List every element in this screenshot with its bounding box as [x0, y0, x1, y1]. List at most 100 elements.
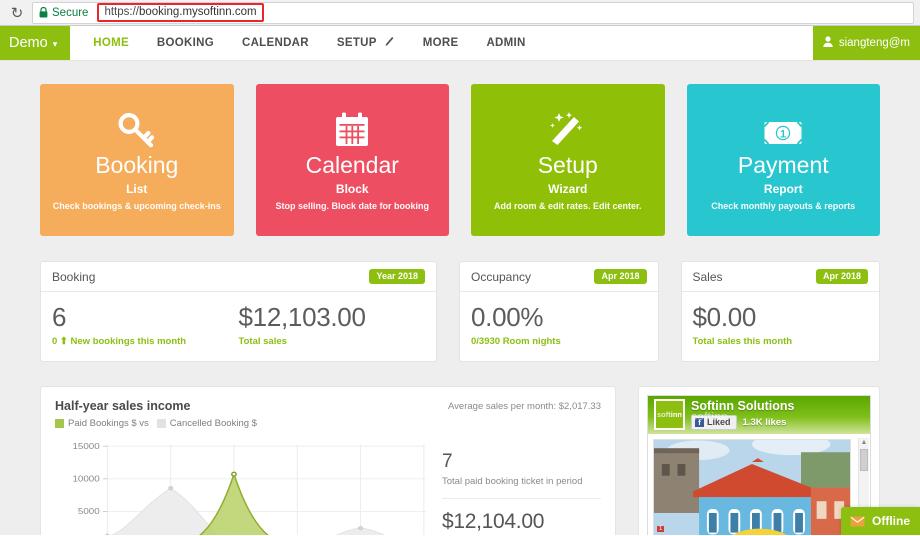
- metric-total-sales: $12,103.00 Total sales: [238, 302, 426, 347]
- chart-header-left: Half-year sales income Paid Bookings $ v…: [55, 399, 257, 429]
- stat-card-header: Sales Apr 2018: [681, 262, 879, 292]
- chart-summary-panel: 7 Total paid booking ticket in period $1…: [426, 435, 601, 535]
- triangle-up-icon[interactable]: ▲: [859, 438, 869, 448]
- pencil-icon: [382, 35, 395, 51]
- svg-text:15000: 15000: [72, 442, 99, 451]
- url-host: booking.mysoftinn.com: [138, 5, 257, 18]
- facebook-like-row: f Liked 1.3K likes: [691, 415, 794, 431]
- logo-text-light: soft: [657, 410, 671, 420]
- nav-item-label: ADMIN: [486, 37, 526, 49]
- dashboard-page: Booking List Check bookings & upcoming c…: [0, 61, 920, 535]
- facebook-likes-count: 1.3K likes: [742, 417, 787, 429]
- legend-label-cancelled: Cancelled Booking $: [169, 417, 257, 429]
- stat-card-occupancy: Occupancy Apr 2018 0.00% 0/3930 Room nig…: [459, 261, 659, 362]
- stat-card-booking: Booking Year 2018 6 0 ⬆ New bookings thi…: [40, 261, 437, 362]
- metric-label: Total sales this month: [692, 335, 793, 347]
- nav-item-home[interactable]: HOME: [79, 26, 143, 60]
- facebook-photo[interactable]: 1: [653, 438, 851, 535]
- tile-setup[interactable]: Setup Wizard Add room & edit rates. Edit…: [471, 84, 665, 236]
- stat-card-title: Occupancy: [471, 269, 532, 284]
- nav-item-booking[interactable]: BOOKING: [143, 26, 228, 60]
- facebook-widget-header: soft inn Softinn Solutions softinn f Like…: [648, 395, 870, 434]
- tile-title: Booking: [95, 152, 179, 179]
- nav-item-label: CALENDAR: [241, 37, 309, 49]
- facebook-photo-area: 1 ▲: [648, 433, 870, 535]
- tile-subtitle: Report: [763, 181, 803, 196]
- tile-booking[interactable]: Booking List Check bookings & upcoming c…: [40, 84, 234, 236]
- stat-cards-row: Booking Year 2018 6 0 ⬆ New bookings thi…: [40, 261, 880, 362]
- nav-item-admin[interactable]: ADMIN: [472, 26, 539, 60]
- logo-text-bold: inn: [670, 410, 682, 420]
- tile-description: Add room & edit rates. Edit center.: [493, 200, 642, 211]
- tile-calendar[interactable]: Calendar Block Stop selling. Block date …: [255, 84, 449, 236]
- metric-label: 0 ⬆ New bookings this month: [52, 335, 187, 347]
- nav-links: HOME BOOKING CALENDAR SETUP MORE ADMIN: [79, 26, 539, 60]
- browser-toolbar: ↻ Secure https://booking.mysoftinn.com: [0, 0, 920, 26]
- metric-value: $12,103.00: [238, 302, 366, 332]
- tile-subtitle: Wizard: [548, 181, 588, 196]
- facebook-like-button[interactable]: f Liked: [691, 415, 737, 431]
- chart-plot: 15000 10000 5000: [55, 435, 426, 535]
- svg-text:5000: 5000: [78, 507, 100, 516]
- address-bar[interactable]: Secure https://booking.mysoftinn.com: [32, 1, 914, 24]
- metric-value: $0.00: [692, 302, 757, 332]
- metric-value: 0.00%: [471, 302, 544, 332]
- url-text[interactable]: https://booking.mysoftinn.com: [97, 2, 264, 22]
- nav-item-more[interactable]: MORE: [409, 26, 473, 60]
- stat-card-body: 6 0 ⬆ New bookings this month $12,103.00…: [41, 292, 436, 361]
- nav-item-calendar[interactable]: CALENDAR: [228, 26, 323, 60]
- nav-item-setup[interactable]: SETUP: [323, 26, 409, 60]
- magic-wand-icon: [547, 103, 589, 149]
- user-icon: [823, 36, 833, 50]
- nav-item-label: HOME: [93, 37, 129, 49]
- summary-ticket-label: Total paid booking ticket in period: [442, 475, 583, 487]
- legend-label-paid: Paid Bookings $ vs: [68, 417, 149, 429]
- summary-sales-value: $12,104.00: [442, 509, 545, 533]
- chart-title: Half-year sales income: [55, 398, 191, 413]
- metric-monthly-sales: $0.00 Total sales this month: [692, 302, 869, 347]
- offline-label: Offline: [872, 514, 910, 528]
- sales-income-chart-card: Half-year sales income Paid Bookings $ v…: [40, 385, 616, 535]
- stat-card-title: Booking: [52, 269, 96, 284]
- stat-card-header: Occupancy Apr 2018: [460, 262, 658, 292]
- nav-item-label: BOOKING: [156, 37, 214, 49]
- metric-occupancy: 0.00% 0/3930 Room nights: [471, 302, 647, 347]
- metric-label: 0/3930 Room nights: [471, 335, 561, 347]
- status-badge: Year 2018: [369, 269, 425, 284]
- softinn-logo: soft inn: [654, 399, 685, 431]
- tile-subtitle: Block: [335, 181, 369, 196]
- facebook-page-name: Softinn Solutions: [691, 398, 795, 413]
- facebook-widget-frame: soft inn Softinn Solutions softinn f Like…: [647, 394, 871, 535]
- scrollbar-thumb[interactable]: [860, 448, 868, 471]
- tile-title: Payment: [737, 152, 829, 179]
- status-badge: Apr 2018: [815, 269, 868, 284]
- reload-icon[interactable]: ↻: [6, 2, 28, 24]
- envelope-icon: [850, 516, 865, 527]
- metric-label: Total sales: [238, 335, 287, 347]
- brand-dropdown[interactable]: Demo ▾: [0, 26, 71, 60]
- photo-count-badge: 1: [657, 525, 665, 532]
- stat-card-sales: Sales Apr 2018 $0.00 Total sales this mo…: [680, 261, 880, 362]
- status-badge: Apr 2018: [594, 269, 647, 284]
- metric-new-bookings: 6 0 ⬆ New bookings this month: [52, 302, 239, 347]
- offline-chat-widget[interactable]: Offline: [841, 507, 920, 535]
- banknote-icon: 1: [763, 103, 803, 149]
- brand-label: Demo: [9, 35, 48, 51]
- facebook-page-info: Softinn Solutions softinn f Liked 1.3K l…: [691, 398, 795, 431]
- tile-description: Check monthly payouts & reports: [711, 200, 856, 211]
- chart-main: 15000 10000 5000 7 Total paid booking ti…: [55, 435, 601, 535]
- chart-average-note: Average sales per month: $2,017.33: [448, 400, 601, 412]
- svg-text:10000: 10000: [72, 474, 99, 483]
- stat-card-body: 0.00% 0/3930 Room nights: [460, 292, 658, 361]
- facebook-f-icon: f: [695, 417, 704, 427]
- facebook-like-label: Liked: [707, 417, 731, 428]
- tile-title: Calendar: [305, 152, 399, 179]
- dashboard-container: Booking List Check bookings & upcoming c…: [40, 84, 880, 535]
- tile-description: Check bookings & upcoming check-ins: [52, 200, 221, 211]
- user-menu[interactable]: siangteng@m: [812, 26, 920, 60]
- lock-icon: [39, 7, 48, 18]
- tile-title: Setup: [537, 152, 598, 179]
- secure-label: Secure: [52, 6, 89, 19]
- tile-description: Stop selling. Block date for booking: [275, 200, 429, 211]
- tile-payment[interactable]: 1 Payment Report Check monthly payouts &…: [686, 84, 880, 236]
